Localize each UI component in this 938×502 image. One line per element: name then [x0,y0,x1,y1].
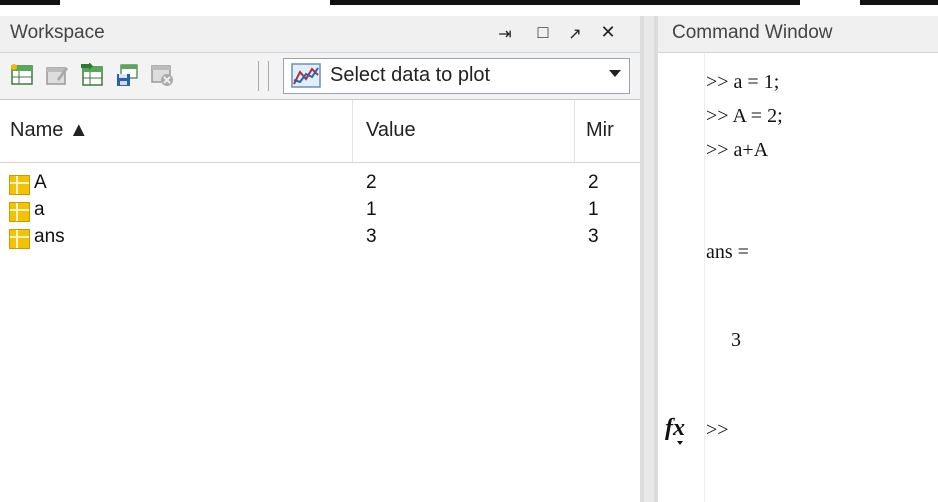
column-header-value[interactable]: Value [366,119,416,142]
import-data-icon[interactable] [80,63,104,87]
top-strip [0,0,938,6]
panel-splitter-track [644,16,654,502]
matrix-variable-icon [9,202,30,222]
new-variable-icon[interactable] [10,63,34,87]
variable-min: 2 [588,172,599,193]
table-row[interactable]: ans 3 3 [0,226,640,252]
fx-label: fx [665,415,685,441]
edit-variable-icon[interactable] [45,63,69,87]
command-output-value: 3 [706,329,741,351]
panel-splitter[interactable] [640,16,658,502]
matrix-variable-icon [9,175,30,195]
column-separator[interactable] [352,100,353,162]
popout-icon[interactable]: ↗ [563,24,587,44]
command-prompt-input[interactable]: >> [706,419,729,442]
top-strip-segment [860,0,938,5]
variable-name: a [34,199,45,220]
variable-min: 3 [588,226,599,247]
column-header-min[interactable]: Mir [586,119,614,142]
command-output-label: ans = [706,241,749,263]
top-strip-segment [330,0,800,5]
workspace-titlebar: Workspace ⇥ □ ↗ ✕ [0,16,640,53]
close-icon[interactable]: ✕ [596,22,620,43]
workspace-title: Workspace [10,22,105,43]
save-workspace-icon[interactable] [115,63,139,87]
table-row[interactable]: a 1 1 [0,199,640,225]
variable-name: A [34,172,47,193]
chevron-down-icon [677,441,683,445]
top-strip-segment [0,0,60,5]
command-line: >> a = 1; [706,71,780,93]
plot-selector-dropdown[interactable]: Select data to plot [283,58,630,94]
workspace-toolbar: Select data to plot [0,53,640,100]
variable-value: 3 [366,226,377,247]
chevron-down-icon[interactable] [609,70,621,77]
toolbar-separator [268,61,269,91]
undock-icon[interactable]: ⇥ [493,24,517,44]
delete-icon[interactable] [150,63,174,87]
variable-name: ans [34,226,65,247]
variable-min: 1 [588,199,599,220]
plot-selector-label: Select data to plot [330,64,491,86]
command-window-body[interactable]: >> a = 1; >> A = 2; >> a+A ans = 3 fx >> [658,53,938,502]
maximize-icon[interactable]: □ [531,22,555,43]
toolbar-separator [258,61,259,91]
matrix-variable-icon [9,229,30,249]
variable-value: 2 [366,172,377,193]
column-header-name[interactable]: Name ▲ [10,119,89,142]
command-window-title: Command Window [672,22,833,43]
variable-value: 1 [366,199,377,220]
function-browser-icon[interactable]: fx [665,415,685,445]
command-window-titlebar: Command Window [658,16,938,53]
command-line: >> a+A [706,139,769,161]
variable-table-header: Name ▲ Value Mir [0,100,640,163]
command-window-panel: Command Window >> a = 1; >> A = 2; >> a+… [658,16,938,502]
column-separator[interactable] [574,100,575,162]
table-row[interactable]: A 2 2 [0,172,640,198]
workspace-panel: Workspace ⇥ □ ↗ ✕ Select data to plot Na… [0,16,640,502]
plot-icon [291,63,321,88]
command-line: >> A = 2; [706,105,783,127]
